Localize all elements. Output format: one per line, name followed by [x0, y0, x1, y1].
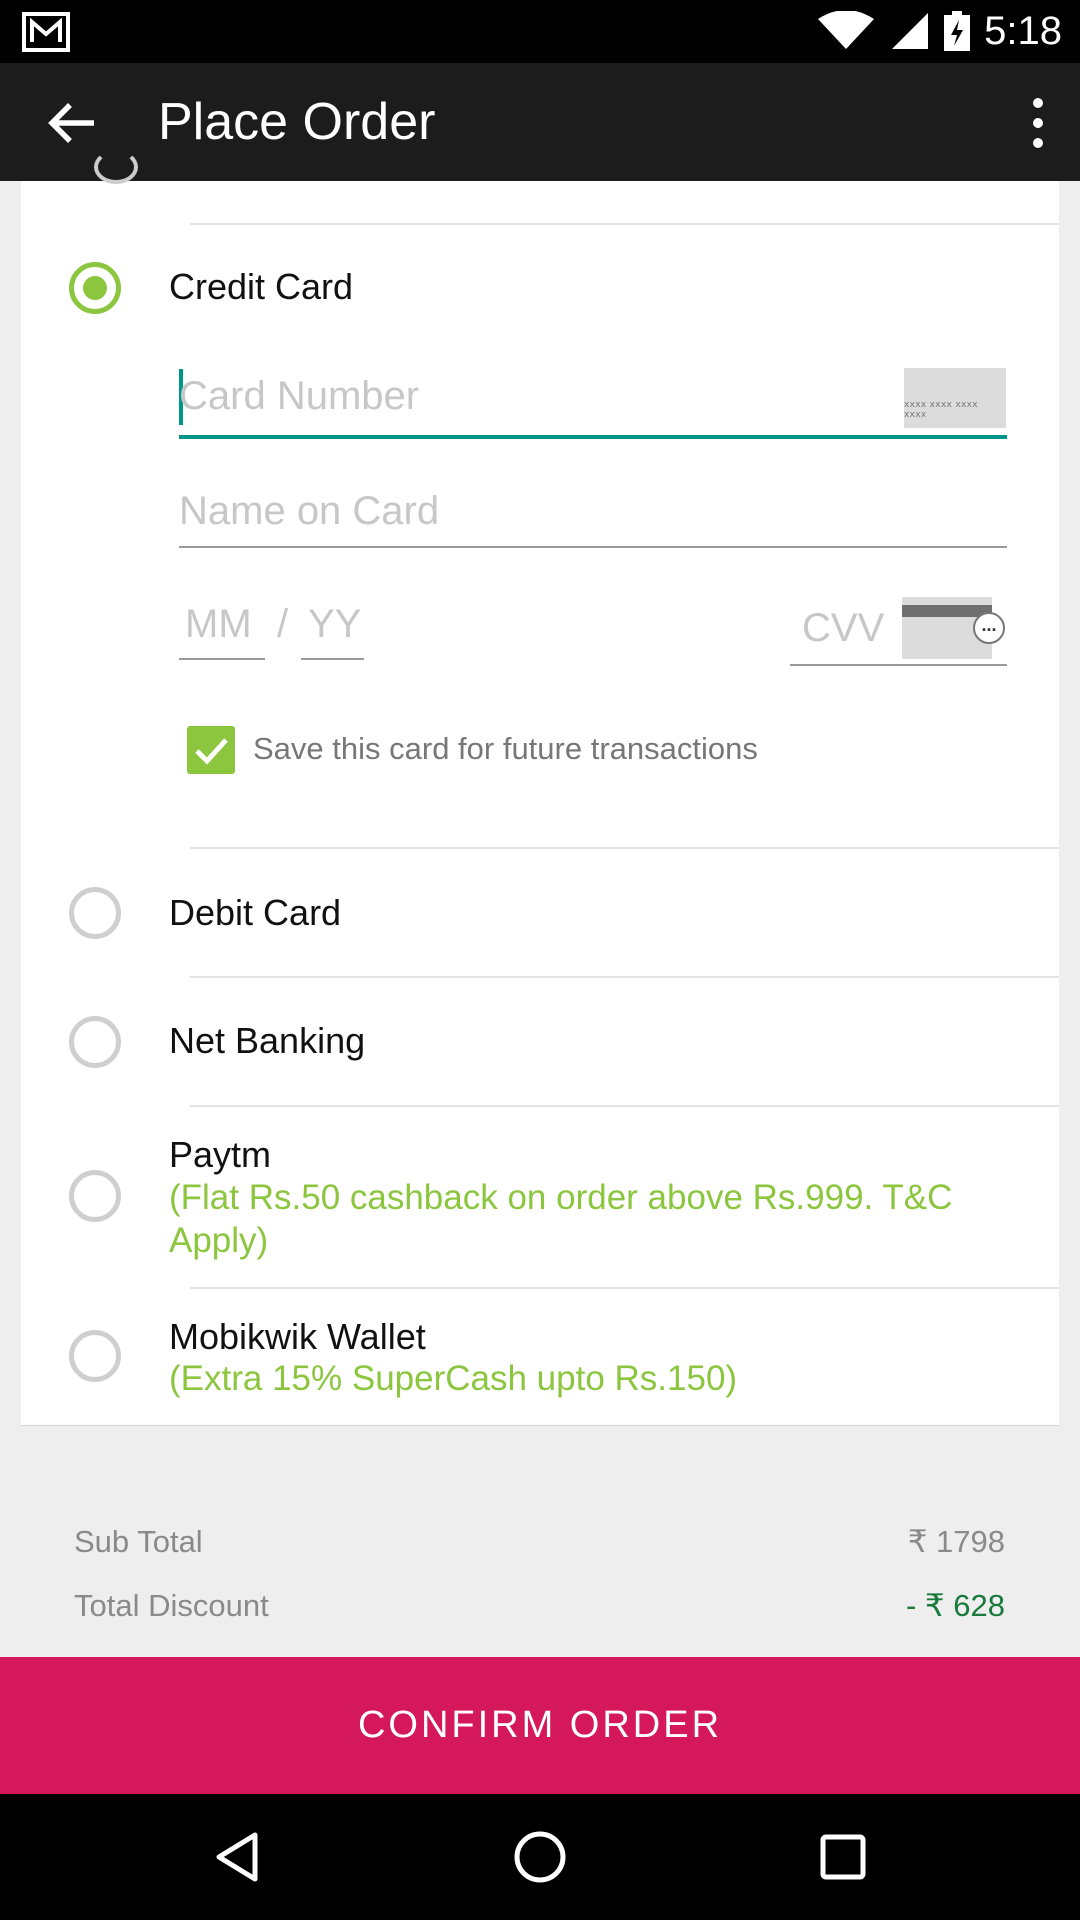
save-card-label: Save this card for future transactions [253, 731, 758, 766]
radio-net-banking[interactable] [69, 1016, 121, 1068]
home-circle-icon[interactable] [510, 1827, 570, 1887]
name-on-card-input[interactable]: Name on Card [179, 489, 439, 534]
mobikwik-offer-note: (Extra 15% SuperCash upto Rs.150) [169, 1359, 738, 1398]
cvv-underline [790, 664, 1007, 666]
divider [190, 223, 1059, 225]
radio-debit-card[interactable] [69, 887, 121, 939]
panel-bottom-edge [21, 1425, 1059, 1426]
radio-paytm[interactable] [69, 1170, 121, 1222]
status-icons: 5:18 [816, 6, 1062, 56]
option-label-net-banking: Net Banking [169, 1020, 366, 1061]
recents-square-icon[interactable] [813, 1827, 873, 1887]
order-summary: Sub Total ₹ 1798 Total Discount - ₹ 628 [52, 1500, 1027, 1660]
expiry-year-input[interactable]: YY [308, 602, 361, 647]
card-type-icon: xxxx xxxx xxxx xxxx [904, 368, 1006, 428]
cvv-hint-icon[interactable]: ... [973, 612, 1005, 644]
signal-icon [892, 13, 929, 49]
month-underline [179, 658, 265, 660]
discount-label: Total Discount [74, 1588, 269, 1623]
paytm-offer-note: (Flat Rs.50 cashback on order above Rs.9… [169, 1178, 953, 1260]
gmail-icon [22, 12, 70, 52]
back-arrow-icon[interactable] [44, 95, 100, 151]
system-nav-bar [0, 1794, 1080, 1920]
sub-total-value: ₹ 1798 [907, 1524, 1005, 1559]
divider [190, 1105, 1059, 1107]
divider [190, 1287, 1059, 1289]
card-number-input[interactable]: Card Number [179, 374, 419, 419]
page-title: Place Order [158, 93, 436, 151]
option-label-debit-card: Debit Card [169, 892, 342, 933]
save-card-checkbox[interactable] [187, 726, 235, 774]
wifi-icon [818, 11, 875, 49]
option-label-mobikwik: Mobikwik Wallet [169, 1316, 426, 1357]
checkmark-icon [195, 738, 228, 765]
confirm-order-button[interactable]: CONFIRM ORDER [0, 1657, 1080, 1794]
app-bar: Place Order [0, 63, 1080, 181]
card-thumb-text: xxxx xxxx xxxx xxxx [904, 400, 978, 420]
divider [190, 976, 1059, 978]
clock: 5:18 [984, 8, 1062, 53]
radio-mobikwik-wallet[interactable] [69, 1330, 121, 1382]
expiry-separator: / [277, 602, 289, 646]
payment-options-panel: Credit Card Card Number xxxx xxxx xxxx x… [21, 150, 1059, 1425]
partial-radio-button[interactable] [94, 150, 138, 184]
divider [190, 847, 1059, 849]
sub-total-label: Sub Total [74, 1524, 203, 1559]
radio-credit-card[interactable] [69, 262, 121, 314]
cvv-input[interactable]: CVV [802, 606, 884, 651]
back-triangle-icon[interactable] [207, 1827, 267, 1887]
option-label-paytm: Paytm [169, 1134, 272, 1175]
overflow-menu-icon[interactable] [1026, 95, 1050, 151]
status-bar: 5:18 [0, 0, 1080, 63]
name-underline [179, 546, 1007, 548]
option-label-credit-card: Credit Card [169, 266, 354, 307]
year-underline [301, 658, 364, 660]
expiry-month-input[interactable]: MM [185, 602, 252, 647]
discount-value: - ₹ 628 [906, 1588, 1005, 1623]
card-number-underline [179, 435, 1007, 439]
battery-charging-icon [944, 11, 971, 51]
